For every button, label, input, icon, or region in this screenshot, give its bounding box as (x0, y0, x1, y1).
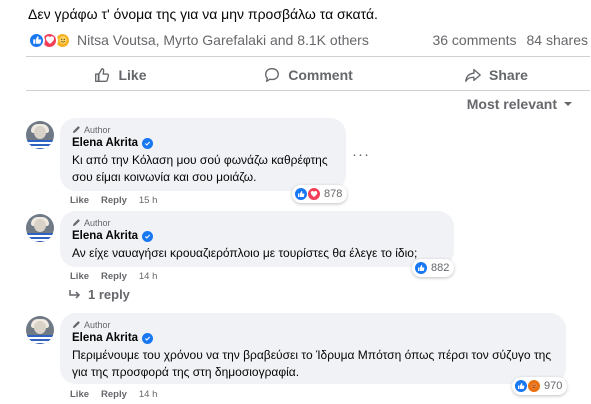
comment-meta: Like Reply 14 h (70, 389, 157, 400)
reaction-count: 882 (431, 262, 450, 274)
reaction-icons[interactable] (28, 31, 71, 49)
comment-reactions[interactable]: 882 (412, 259, 455, 277)
author-badge: Author (72, 124, 334, 135)
shares-count[interactable]: 84 shares (527, 32, 588, 48)
comment-text: Κι από την Κόλαση μου σού φωνάζω καθρέφτ… (72, 153, 328, 184)
comment-text: Αν είχε ναυαγήσει κρουαζιερόπλοιο με του… (72, 246, 418, 260)
comment-time[interactable]: 14 h (139, 389, 158, 400)
comment-bubble: Author Elena Akrita Περιμένουμε του χρόν… (60, 313, 566, 384)
divider (26, 90, 590, 91)
comments-count[interactable]: 36 comments (432, 32, 516, 48)
commenter-name[interactable]: Elena Akrita (72, 230, 138, 242)
avatar[interactable] (26, 121, 54, 149)
thumbs-up-icon (95, 68, 110, 82)
like-label: Like (118, 67, 147, 83)
share-icon (465, 68, 481, 82)
comment-like-link[interactable]: Like (70, 389, 89, 400)
comment-bubble: Author Elena Akrita Κι από την Κόλαση μο… (60, 118, 346, 191)
replies-count: 1 reply (88, 287, 130, 302)
reactions-names[interactable]: Nitsa Voutsa, Myrto Garefalaki and 8.1K … (77, 32, 369, 48)
like-reaction-icon (28, 31, 45, 49)
comment-reactions[interactable]: 878 (292, 185, 348, 203)
comment-button[interactable]: Comment (214, 62, 402, 88)
comment-reply-link[interactable]: Reply (101, 389, 127, 400)
reply-arrow-icon (69, 289, 81, 299)
post-text: Δεν γράφω τ' όνομα της για να μην προσβά… (28, 6, 378, 22)
comment-time[interactable]: 14 h (139, 271, 158, 282)
avatar[interactable] (26, 214, 54, 242)
post-action-bar: Like Comment Share (26, 62, 590, 88)
commenter-name[interactable]: Elena Akrita (72, 137, 138, 149)
author-badge: Author (72, 319, 554, 330)
view-replies-link[interactable]: 1 reply (68, 287, 130, 302)
like-button[interactable]: Like (26, 62, 214, 88)
avatar[interactable] (26, 316, 54, 344)
angry-reaction-icon (527, 379, 541, 393)
comment-reactions[interactable]: 970 (512, 377, 568, 395)
like-reaction-icon (294, 187, 308, 201)
commenter-name[interactable]: Elena Akrita (72, 332, 138, 344)
comment-text: Περιμένουμε του χρόνου να την βραβεύσει … (72, 348, 552, 379)
author-badge-label: Author (84, 217, 111, 228)
sort-label: Most relevant (466, 96, 557, 112)
verified-badge-icon (142, 137, 154, 149)
comment-like-link[interactable]: Like (70, 271, 89, 282)
share-label: Share (489, 67, 528, 83)
verified-badge-icon (142, 230, 154, 242)
verified-badge-icon (142, 332, 154, 344)
divider (26, 56, 590, 57)
comment-icon (265, 68, 280, 82)
author-badge: Author (72, 217, 442, 228)
pencil-icon (72, 126, 80, 134)
author-badge-label: Author (84, 124, 111, 135)
pencil-icon (72, 219, 80, 227)
caret-down-icon (564, 102, 572, 106)
author-badge-label: Author (84, 319, 111, 330)
reaction-count: 970 (544, 380, 563, 392)
comment-bubble: Author Elena Akrita Αν είχε ναυαγήσει κρ… (60, 211, 454, 267)
sort-dropdown[interactable]: Most relevant (467, 96, 573, 112)
love-reaction-icon (307, 187, 321, 201)
comment-label: Comment (288, 67, 353, 83)
reaction-count: 878 (324, 188, 343, 200)
like-reaction-icon (514, 379, 528, 393)
share-button[interactable]: Share (402, 62, 590, 88)
comment-reply-link[interactable]: Reply (101, 195, 127, 206)
comment-meta: Like Reply 14 h (70, 271, 157, 282)
comment-time[interactable]: 15 h (139, 195, 158, 206)
post-reactions-bar: Nitsa Voutsa, Myrto Garefalaki and 8.1K … (28, 30, 590, 50)
more-options-icon[interactable]: ··· (352, 146, 370, 163)
comment-like-link[interactable]: Like (70, 195, 89, 206)
pencil-icon (72, 321, 80, 329)
like-reaction-icon (414, 261, 428, 275)
comment-reply-link[interactable]: Reply (101, 271, 127, 282)
comment-meta: Like Reply 15 h (70, 195, 157, 206)
